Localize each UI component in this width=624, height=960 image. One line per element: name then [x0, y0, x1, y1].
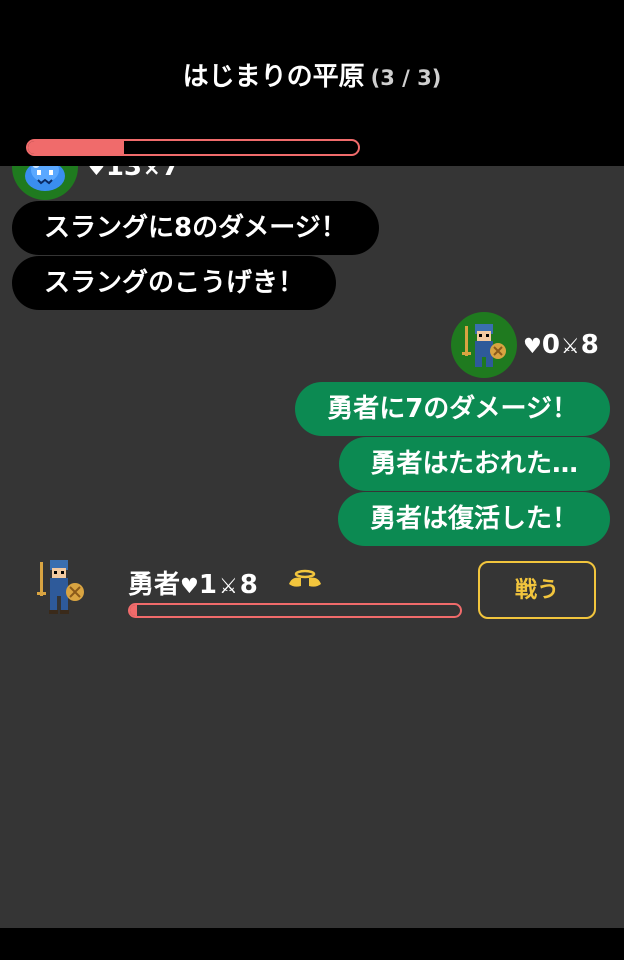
enemy-hp: 13	[105, 166, 143, 182]
heart-icon: ♥	[523, 334, 542, 358]
player-hp-fill	[130, 605, 137, 616]
player-hp-bar	[128, 603, 462, 618]
bottom-bar	[0, 928, 624, 960]
player-sprite	[32, 556, 92, 626]
stage-progress-fill	[28, 141, 124, 154]
heart-icon: ♥	[87, 166, 106, 180]
knight-icon	[32, 556, 92, 626]
message-bubble: スラングのこうげき！	[12, 256, 337, 310]
heart-icon: ♥	[180, 574, 199, 598]
sword-icon: ⚔	[218, 574, 238, 598]
hero-stats: ♥0⚔8	[523, 330, 599, 360]
player-hp: 1	[198, 570, 217, 600]
player-name: 勇者	[128, 570, 181, 600]
hero-avatar	[451, 312, 517, 378]
message-bubble: 勇者は復活した！	[337, 492, 610, 546]
halo-wings-icon	[288, 568, 322, 598]
stage-count: (3 / 3)	[370, 66, 442, 90]
knight-icon	[451, 312, 517, 378]
enemy-stats: ♥13×7	[87, 166, 180, 182]
sword-icon: ⚔	[560, 334, 580, 358]
hero-hp: 0	[541, 330, 560, 360]
enemy-attack: 7	[161, 166, 180, 182]
player-status: 勇者♥1⚔8	[128, 564, 258, 601]
stage-name: はじまりの平原	[182, 62, 365, 92]
enemy-avatar	[12, 166, 78, 200]
fight-button[interactable]: 戦う	[478, 561, 596, 619]
message-bubble: 勇者はたおれた…	[338, 437, 610, 491]
battle-log[interactable]: ♥13×7 スラングに8のダメージ！ スラングのこうげき！ ♥0⚔8 勇者に7の…	[0, 166, 624, 928]
hero-attack: 8	[580, 330, 599, 360]
stage-header: はじまりの平原 (3 / 3)	[0, 0, 624, 166]
stage-progress-bar	[26, 139, 360, 156]
message-bubble: スラングに8のダメージ！	[12, 201, 379, 255]
message-bubble: 勇者に7のダメージ！	[295, 382, 610, 436]
attack-icon: ×	[143, 166, 161, 180]
stage-title: はじまりの平原 (3 / 3)	[0, 56, 624, 93]
player-attack: 8	[239, 570, 258, 600]
blue-slime-icon	[12, 166, 78, 200]
